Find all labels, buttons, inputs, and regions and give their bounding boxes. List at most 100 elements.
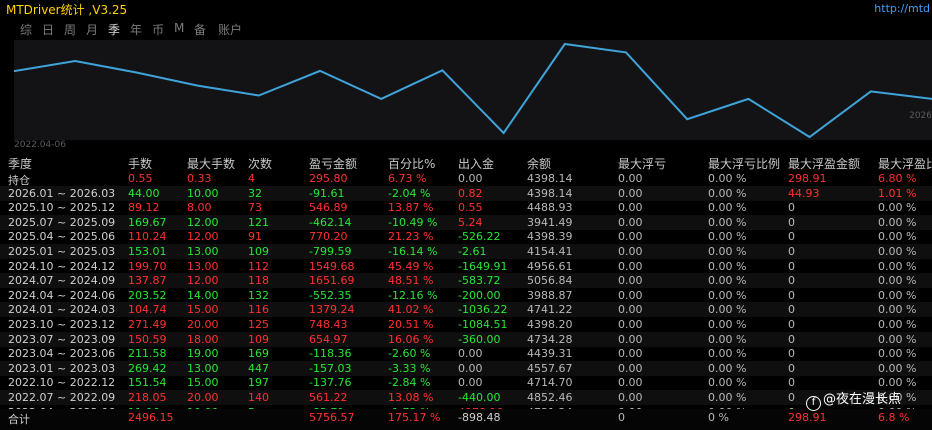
table-row[interactable]: 2025.04 ~ 2025.06 110.24 12.00 91 770.20 21.2… <box>0 229 932 244</box>
table-row[interactable]: 2023.01 ~ 2023.03 269.42 13.00 447 -157.03 -3… <box>0 360 932 376</box>
table-cell: 203.52 <box>128 288 167 302</box>
table-row[interactable]: 2024.01 ~ 2024.03 104.74 15.00 116 1379.24 41… <box>0 302 932 318</box>
column-header-0[interactable]: 季度 <box>8 155 32 172</box>
table-row[interactable]: 2023.04 ~ 2023.06 211.58 19.00 169 -118.36 -2… <box>0 346 932 361</box>
column-header-6[interactable]: 出入金 <box>458 155 494 172</box>
table-cell: 15.00 <box>187 303 219 317</box>
table-cell: 2022.07 ~ 2022.09 <box>8 391 116 404</box>
column-header-2[interactable]: 最大手数 <box>187 155 235 172</box>
table-row[interactable]: 2024.07 ~ 2024.09 137.87 12.00 118 1651.69 48… <box>0 273 932 289</box>
table-row[interactable]: 2024.10 ~ 2024.12 199.70 13.00 112 1549.68 45… <box>0 259 932 274</box>
table-cell: -12.16 % <box>388 288 438 302</box>
table-cell: 132 <box>248 288 269 302</box>
table-cell: 0.00 % <box>708 201 747 215</box>
tab-8[interactable]: 备 <box>194 21 206 38</box>
table-cell: -2.84 % <box>388 376 431 390</box>
column-header-3[interactable]: 次数 <box>248 155 272 172</box>
table-cell: 140 <box>248 391 269 404</box>
table-cell: 151.54 <box>128 376 167 390</box>
table-cell: 0.00 <box>458 361 483 375</box>
table-cell: 0.00 <box>618 230 643 244</box>
tab-5[interactable]: 年 <box>130 21 142 38</box>
table-cell: 0 <box>788 201 795 215</box>
table-cell: 20.00 <box>187 318 219 331</box>
table-cell: 118 <box>248 274 269 288</box>
column-header-9[interactable]: 最大浮亏比例 <box>708 155 780 172</box>
table-cell: 169 <box>248 347 269 361</box>
total-cell: 0 % <box>708 411 729 424</box>
table-cell: 20.00 <box>187 391 219 404</box>
table-cell: 0.55 <box>128 172 153 185</box>
tab-9[interactable]: 账户 <box>218 21 242 38</box>
column-header-4[interactable]: 盈亏金额 <box>309 155 357 172</box>
table-cell: 0 <box>788 361 795 375</box>
tab-7[interactable]: M <box>174 21 184 35</box>
table-cell: 2025.10 ~ 2025.12 <box>8 201 116 215</box>
table-cell: 150.59 <box>128 332 167 346</box>
table-cell: 0.00 % <box>878 347 917 361</box>
tab-4[interactable]: 季 <box>108 21 120 38</box>
table-cell: 0 <box>788 288 795 302</box>
table-cell: 89.12 <box>128 201 160 215</box>
table-cell: 2025.07 ~ 2025.09 <box>8 215 116 229</box>
table-row[interactable]: 2023.07 ~ 2023.09 150.59 18.00 109 654.97 16.… <box>0 331 932 347</box>
tab-1[interactable]: 日 <box>42 21 54 38</box>
table-row[interactable]: 2026.01 ~ 2026.03 44.00 10.00 32 -91.61 -2.04… <box>0 185 932 201</box>
table-cell: 0.00 <box>618 172 643 185</box>
table-cell: 0 <box>788 391 795 404</box>
table-row[interactable]: 2023.10 ~ 2023.12 271.49 20.00 125 748.43 20.… <box>0 317 932 332</box>
table-row[interactable]: 持仓 0.55 0.33 4 295.80 6.73 % 0.00 4398.14 0.00 0.… <box>0 171 932 187</box>
table-cell: 0.00 <box>458 347 483 361</box>
column-header-1[interactable]: 手数 <box>128 155 152 172</box>
table-cell: 2022.10 ~ 2022.12 <box>8 376 116 390</box>
table-cell: 8.00 <box>187 201 212 215</box>
table-cell: -1649.91 <box>458 259 508 273</box>
table-cell: 41.02 % <box>388 303 434 317</box>
table-cell: 4154.41 <box>527 245 573 258</box>
table-cell: 12.00 <box>187 230 219 244</box>
table-cell: 546.89 <box>309 201 348 215</box>
column-header-5[interactable]: 百分比% <box>388 155 435 172</box>
table-cell: 0 <box>788 274 795 288</box>
column-header-11[interactable]: 最大浮盈比 <box>878 155 932 172</box>
column-header-10[interactable]: 最大浮盈金额 <box>788 155 860 172</box>
table-cell: 0.00 <box>618 245 643 258</box>
table-row[interactable]: 2022.10 ~ 2022.12 151.54 15.00 197 -137.76 -2… <box>0 375 932 390</box>
column-header-8[interactable]: 最大浮亏 <box>618 155 666 172</box>
table-cell: 15.00 <box>187 376 219 390</box>
table-cell: 109 <box>248 245 269 258</box>
table-row[interactable]: 2022.07 ~ 2022.09 218.05 20.00 140 561.22 13.… <box>0 390 932 405</box>
table-cell: 137.87 <box>128 274 167 288</box>
table-cell: 4398.14 <box>527 172 573 185</box>
table-cell: -1036.22 <box>458 303 508 317</box>
tab-3[interactable]: 月 <box>86 21 98 38</box>
table-cell: 5056.84 <box>527 274 573 288</box>
table-cell: 112 <box>248 259 269 273</box>
chart-end-date: 2026 <box>909 111 932 121</box>
table-cell: 153.01 <box>128 245 167 258</box>
tab-0[interactable]: 综 <box>20 21 32 38</box>
table-row[interactable]: 2024.04 ~ 2024.06 203.52 14.00 132 -552.35 -1… <box>0 288 932 303</box>
table-cell: 2023.07 ~ 2023.09 <box>8 332 116 346</box>
table-cell: 654.97 <box>309 332 348 346</box>
table-cell: 45.49 % <box>388 259 434 273</box>
table-cell: 21.23 % <box>388 230 434 244</box>
table-cell: 0.00 % <box>878 332 917 346</box>
window-title: MTDriver统计 ,V3.25 <box>6 3 128 17</box>
table-cell: 0.00 % <box>708 245 747 258</box>
table-row[interactable]: 2025.07 ~ 2025.09 169.67 12.00 121 -462.14 -1… <box>0 214 932 230</box>
table-row[interactable]: 2025.10 ~ 2025.12 89.12 8.00 73 546.89 13.87 … <box>0 200 932 215</box>
table-cell: 4956.61 <box>527 259 573 273</box>
table-cell: 13.87 % <box>388 201 434 215</box>
table-cell: -200.00 <box>458 288 501 302</box>
table-cell: 13.00 <box>187 245 219 258</box>
tab-2[interactable]: 周 <box>64 21 76 38</box>
table-cell: -440.00 <box>458 391 501 404</box>
table-cell: 13.08 % <box>388 391 434 404</box>
tab-6[interactable]: 币 <box>152 21 164 38</box>
table-cell: 2024.10 ~ 2024.12 <box>8 259 116 273</box>
url-link[interactable]: http://mtd <box>874 2 930 15</box>
table-row[interactable]: 2025.01 ~ 2025.03 153.01 13.00 109 -799.59 -1… <box>0 244 932 259</box>
column-header-7[interactable]: 余额 <box>527 155 551 172</box>
table-cell: 91 <box>248 230 262 244</box>
